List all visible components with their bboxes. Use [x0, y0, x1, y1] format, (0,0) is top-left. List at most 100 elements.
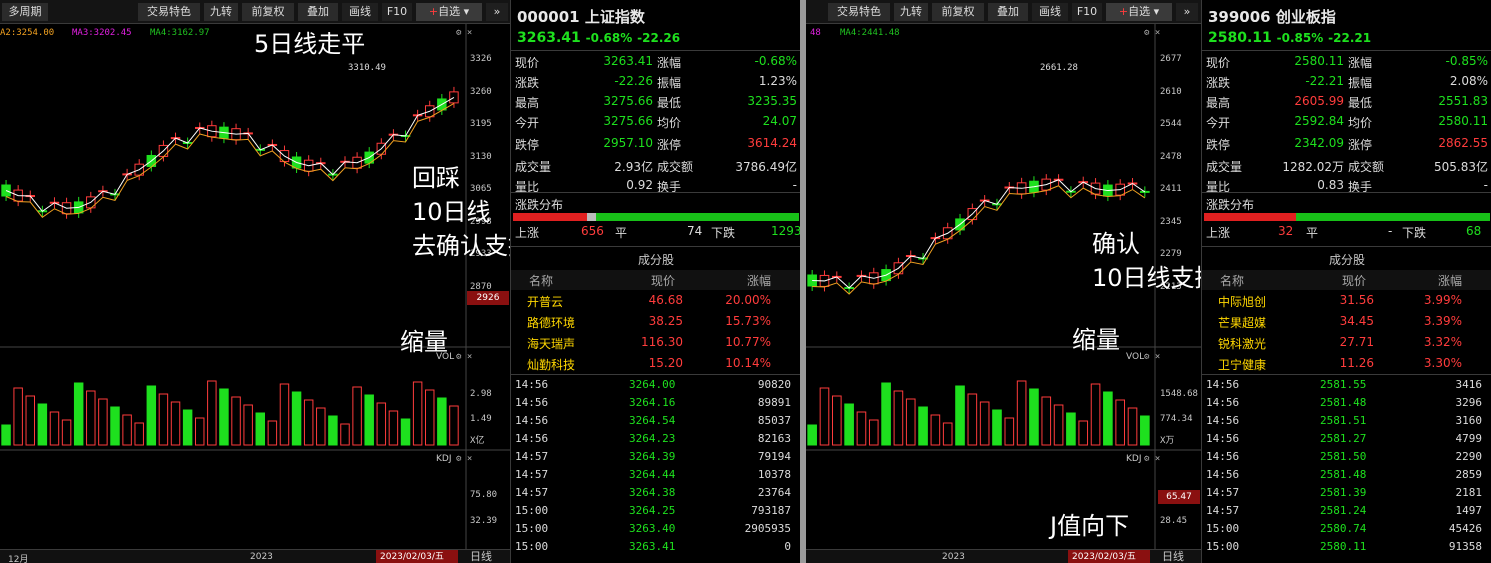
down-label: 下跌 — [711, 226, 736, 240]
tick-price: 2581.55 — [1320, 378, 1367, 391]
daily-button[interactable]: 日线 — [1162, 550, 1184, 563]
constituent-row[interactable]: 海天瑞声 116.30 10.77% — [511, 333, 800, 353]
kdj-label: KDJ — [1126, 454, 1142, 464]
ma1-line — [5, 96, 455, 212]
index-code: 000001 上证指数 — [517, 8, 645, 26]
tick-row: 15:00 2580.74 45426 — [1202, 520, 1491, 538]
header-name: 名称 — [529, 274, 554, 288]
quote-label: 今开 — [515, 116, 540, 130]
tick-time: 15:00 — [515, 522, 549, 535]
quote-label: 振幅 — [1348, 76, 1373, 90]
constituent-row[interactable]: 锐科激光 27.71 3.32% — [1202, 333, 1491, 353]
tick-volume: 3160 — [1455, 414, 1483, 427]
stock-price: 11.26 — [1339, 356, 1374, 370]
price-tick: 3065 — [470, 184, 492, 194]
quote-label: 最低 — [657, 96, 682, 110]
tick-price: 3264.00 — [629, 378, 676, 391]
tick-volume: 82163 — [757, 432, 791, 445]
tick-volume: 45426 — [1448, 522, 1482, 535]
kdj-tick: 28.45 — [1160, 516, 1188, 526]
tick-row: 14:56 2581.48 2859 — [1202, 466, 1491, 484]
constituent-row[interactable]: 芒果超媒 34.45 3.39% — [1202, 312, 1491, 332]
tick-volume: 89891 — [757, 396, 791, 409]
volume-bar — [449, 405, 459, 446]
up-bar — [513, 213, 587, 221]
volume-bar — [86, 390, 96, 446]
quote-value: 3786.49亿 — [735, 160, 797, 174]
volume-bar — [979, 401, 990, 446]
daily-button[interactable]: 日线 — [470, 550, 492, 563]
quote-value: 1282.02万 — [1282, 160, 1344, 174]
quote-label: 成交额 — [657, 160, 694, 174]
tick-price: 2580.11 — [1320, 540, 1367, 553]
tick-price: 2581.48 — [1320, 468, 1367, 481]
volume-bar — [195, 417, 205, 446]
settings-icon[interactable]: ⚙ × — [456, 352, 472, 362]
price-tick: 2279 — [1160, 249, 1182, 259]
constituent-row[interactable]: 开普云 46.68 20.00% — [511, 291, 800, 311]
quote-value: 0.83 — [1317, 178, 1344, 192]
volume-bar — [992, 409, 1002, 446]
cursor-date: 2023/02/03/五 — [376, 550, 458, 563]
quote-value: 505.83亿 — [1434, 160, 1488, 174]
tick-price: 2581.39 — [1320, 486, 1367, 499]
volume-bar — [437, 397, 447, 446]
volume-bar — [303, 399, 314, 446]
quote-value: 2342.09 — [1294, 136, 1344, 150]
kline-chart[interactable] — [0, 0, 510, 563]
stock-name: 路德环境 — [527, 316, 576, 330]
constituent-row[interactable]: 灿勤科技 15.20 10.14% — [511, 354, 800, 374]
stock-price: 46.68 — [648, 293, 683, 307]
stock-name: 芒果超媒 — [1218, 316, 1267, 330]
quote-row: 涨跌 -22.26 振幅 1.23% — [511, 72, 800, 92]
quote-value: 2592.84 — [1294, 114, 1344, 128]
volume-bar — [967, 393, 978, 446]
volume-bar — [158, 393, 169, 446]
stock-change: 10.14% — [725, 356, 771, 370]
volume-bar — [267, 420, 278, 446]
annotation: J值向下 — [1050, 512, 1130, 540]
settings-icon[interactable]: ⚙ × — [1144, 352, 1160, 362]
quote-row: 跌停 2957.10 涨停 3614.24 — [511, 134, 800, 154]
quote-label: 现价 — [1206, 56, 1231, 70]
constituent-row[interactable]: 中际旭创 31.56 3.99% — [1202, 291, 1491, 311]
price-line: 3263.41 -0.68% -22.26 — [517, 30, 680, 46]
constituents-title: 成分股 — [637, 253, 674, 267]
tick-row: 15:00 3263.41 0 — [511, 538, 800, 556]
quote-row: 成交量 1282.02万 成交额 505.83亿 — [1202, 156, 1491, 176]
price-tick: 2478 — [1160, 151, 1182, 162]
volume-bar — [110, 406, 120, 446]
constituents-header: 名称 现价 涨幅 — [511, 270, 800, 290]
volume-bar — [388, 410, 399, 446]
cursor-date: 2023/02/03/五 — [1068, 550, 1150, 563]
tick-row: 14:57 3264.39 79194 — [511, 448, 800, 466]
tick-price: 3264.16 — [629, 396, 676, 409]
volume-bar — [231, 396, 241, 446]
up-count: 32 — [1278, 224, 1294, 238]
down-label: 下跌 — [1402, 226, 1427, 240]
tick-row: 15:00 3263.40 2905935 — [511, 520, 800, 538]
settings-icon[interactable]: ⚙ × — [1144, 454, 1160, 464]
volume-bar — [844, 403, 854, 446]
vol-unit: X万 — [1160, 436, 1175, 446]
kdj-label: KDJ — [436, 454, 452, 464]
quote-label: 成交量 — [515, 160, 552, 174]
down-bar — [596, 213, 799, 221]
settings-icon[interactable]: ⚙ × — [456, 454, 472, 464]
time-axis: 2023 2023/02/03/五 日线 — [806, 549, 1201, 563]
quote-label: 涨幅 — [657, 56, 682, 70]
quote-label: 今开 — [1206, 116, 1231, 130]
constituent-row[interactable]: 路德环境 38.25 15.73% — [511, 312, 800, 332]
tick-price: 3263.41 — [629, 540, 676, 553]
tick-volume: 2859 — [1455, 468, 1483, 481]
price-tick: 2345 — [1160, 216, 1182, 227]
constituent-row[interactable]: 卫宁健康 11.26 3.30% — [1202, 354, 1491, 374]
stock-name: 海天瑞声 — [527, 337, 576, 351]
flat-bar — [587, 213, 596, 221]
volume-bar — [868, 419, 879, 446]
vol-label: VOL — [1126, 352, 1145, 362]
down-count: 1293 — [771, 224, 800, 238]
tick-volume: 2905935 — [744, 522, 791, 535]
kline-series — [807, 174, 1150, 446]
tick-price: 3264.38 — [629, 486, 676, 499]
